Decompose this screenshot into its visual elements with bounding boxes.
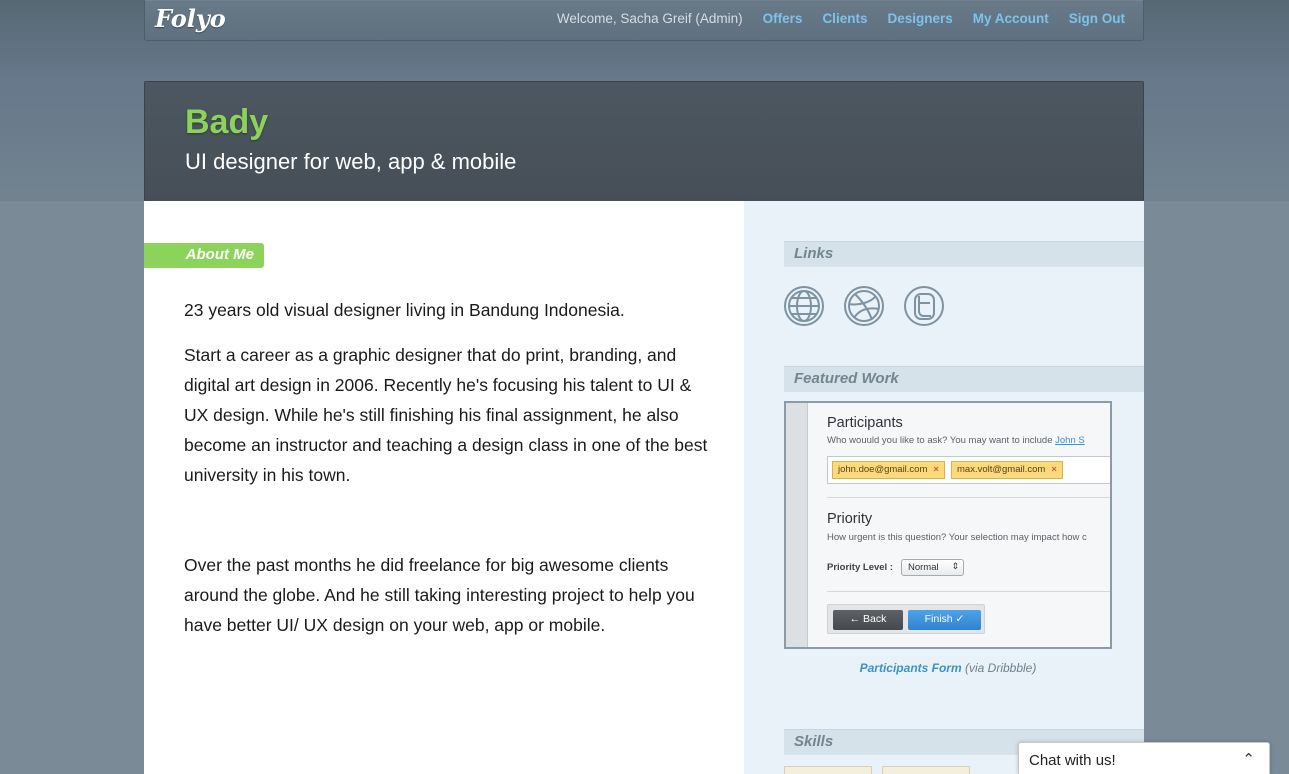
chat-label: Chat with us! <box>1029 752 1116 769</box>
bio-paragraph: Over the past months he did freelance fo… <box>184 555 695 635</box>
preview-priority-sub: How urgent is this question? Your select… <box>827 532 1087 543</box>
preview-email-field: john.doe@gmail.com × max.volt@gmail.com × <box>827 456 1110 484</box>
preview-include-link: John S <box>1055 435 1085 446</box>
skill-item <box>882 766 970 774</box>
sidebar: Links Featured Work Participants Who wou… <box>744 201 1144 774</box>
featured-work-image[interactable]: Participants Who wouuld you like to ask?… <box>784 401 1112 649</box>
main-content: About Me 23 years old visual designer li… <box>144 201 744 774</box>
skill-item <box>784 766 872 774</box>
twitter-icon[interactable] <box>904 286 944 326</box>
preview-priority-label: Priority Level : <box>827 562 893 573</box>
bio-paragraph: 23 years old visual designer living in B… <box>184 300 625 320</box>
preview-priority-title: Priority <box>827 511 873 527</box>
links-label: Links <box>784 241 1144 267</box>
bio-text: 23 years old visual designer living in B… <box>184 295 714 655</box>
preview-back-button: ← Back <box>833 610 903 630</box>
folyo-logo[interactable]: Folyo <box>155 4 226 33</box>
preview-divider <box>827 497 1110 498</box>
preview-priority-select: Normal <box>901 559 964 576</box>
participants-form-preview: Participants Who wouuld you like to ask?… <box>786 403 1110 647</box>
about-me-label: About Me <box>144 243 264 268</box>
profile-tagline: UI designer for web, app & mobile <box>185 149 517 174</box>
preview-button-bar: ← Back Finish ✓ <box>827 604 985 634</box>
chevron-up-icon[interactable]: ⌃ <box>1242 750 1255 768</box>
preview-priority-row: Priority Level : Normal <box>827 559 964 576</box>
nav-link-designers[interactable]: Designers <box>887 11 952 26</box>
dribbble-icon[interactable] <box>844 286 884 326</box>
nav-link-sign-out[interactable]: Sign Out <box>1069 11 1125 26</box>
bio-paragraph: Start a career as a graphic designer tha… <box>184 345 708 485</box>
preview-participants-title: Participants <box>827 415 903 431</box>
nav-link-offers[interactable]: Offers <box>763 11 803 26</box>
preview-divider <box>827 591 1110 592</box>
preview-rail <box>786 403 808 647</box>
featured-work-caption: Participants Form (via Dribbble) <box>784 661 1112 675</box>
nav-link-my-account[interactable]: My Account <box>973 11 1049 26</box>
chat-widget[interactable]: Chat with us! ⌃ <box>1018 742 1270 774</box>
top-navbar: Folyo Welcome, Sacha Greif (Admin) Offer… <box>144 0 1144 41</box>
preview-tag: john.doe@gmail.com × <box>832 461 945 479</box>
preview-finish-button: Finish ✓ <box>908 610 981 630</box>
nav-link-clients[interactable]: Clients <box>822 11 867 26</box>
featured-work-label: Featured Work <box>784 366 1144 392</box>
globe-icon[interactable] <box>784 286 824 326</box>
links-row <box>784 286 944 326</box>
featured-work-source: (via Dribbble) <box>961 661 1037 675</box>
featured-work-title-link[interactable]: Participants Form <box>860 661 962 675</box>
profile-name: Bady <box>185 103 269 141</box>
preview-participants-sub: Who wouuld you like to ask? You may want… <box>827 435 1085 446</box>
profile-header: Bady UI designer for web, app & mobile <box>144 81 1144 201</box>
preview-tag: max.volt@gmail.com × <box>951 461 1063 479</box>
nav-menu: Welcome, Sacha Greif (Admin) Offers Clie… <box>557 11 1125 26</box>
welcome-text: Welcome, Sacha Greif (Admin) <box>556 11 743 26</box>
